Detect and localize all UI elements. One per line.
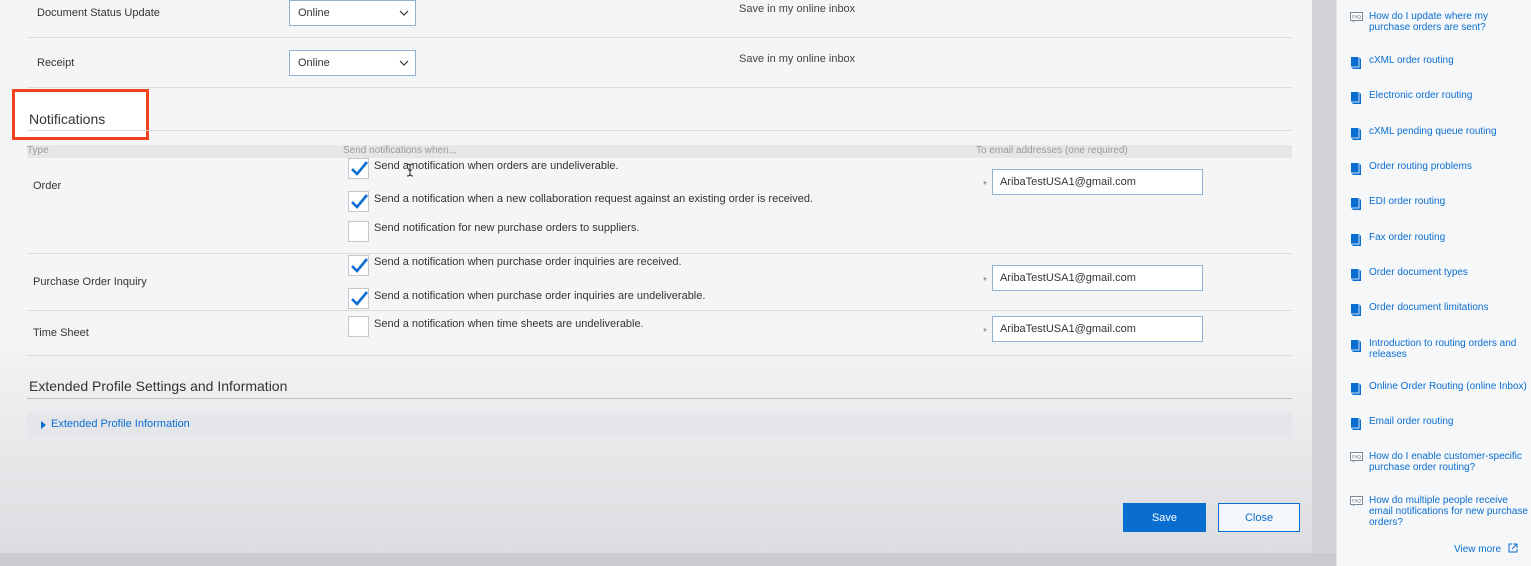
book-icon: [1351, 163, 1361, 175]
notification-type-label: Order: [33, 180, 62, 192]
help-link-text: EDI order routing: [1369, 196, 1446, 207]
extended-section-title: Extended Profile Settings and Informatio…: [29, 378, 288, 394]
help-panel: [1336, 0, 1531, 566]
help-link-text: Introduction to routing orders and relea…: [1369, 338, 1517, 360]
divider: [27, 37, 1292, 38]
notification-type-label: Purchase Order Inquiry: [33, 276, 147, 288]
po-inquiry-received-checkbox[interactable]: [348, 255, 369, 276]
required-marker: *: [983, 327, 987, 338]
po-inquiry-undeliverable-checkbox[interactable]: [348, 288, 369, 309]
required-marker: *: [983, 276, 987, 287]
faq-icon: FAQ: [1350, 12, 1363, 23]
help-link-text: Order document types: [1369, 267, 1468, 278]
divider: [27, 253, 1292, 254]
header-to-email: To email addresses (one required): [976, 145, 1128, 156]
chevron-down-icon: [399, 10, 409, 16]
table-header: Type Send notifications when... To email…: [27, 145, 1292, 158]
book-icon: [1351, 57, 1361, 69]
svg-text:FAQ: FAQ: [1352, 15, 1361, 21]
checkmark-icon: [351, 291, 368, 306]
book-icon: [1351, 304, 1361, 316]
timesheet-undeliverable-checkbox[interactable]: [348, 316, 369, 337]
help-link-text: cXML pending queue routing: [1369, 126, 1497, 137]
book-icon: [1351, 92, 1361, 104]
external-link-icon: [1508, 543, 1518, 553]
help-link-text: How do I enable customer-specific purcha…: [1369, 451, 1522, 473]
help-link-text: cXML order routing: [1369, 55, 1454, 66]
checkbox-label: Send a notification when purchase order …: [374, 290, 706, 302]
po-inquiry-email-field[interactable]: AribaTestUSA1@gmail.com: [992, 265, 1203, 291]
svg-text:FAQ: FAQ: [1352, 499, 1361, 505]
divider: [27, 310, 1292, 311]
checkbox-label: Send a notification when time sheets are…: [374, 318, 644, 330]
notification-type-label: Time Sheet: [33, 327, 89, 339]
close-button[interactable]: Close: [1218, 503, 1300, 532]
order-email-field[interactable]: AribaTestUSA1@gmail.com: [992, 169, 1203, 195]
checkmark-icon: [351, 258, 368, 273]
book-icon: [1351, 383, 1361, 395]
checkmark-icon: [351, 161, 368, 176]
chevron-down-icon: [399, 60, 409, 66]
help-link-text: How do multiple people receive email not…: [1369, 495, 1528, 528]
divider: [27, 87, 1292, 88]
routing-method-select[interactable]: Online: [289, 50, 416, 76]
divider: [27, 130, 1292, 131]
order-undeliverable-checkbox[interactable]: [348, 158, 369, 179]
book-icon: [1351, 198, 1361, 210]
header-type: Type: [27, 145, 49, 156]
book-icon: [1351, 418, 1361, 430]
expander-label: Extended Profile Information: [51, 418, 190, 430]
routing-row-label: Receipt: [37, 57, 75, 69]
text-cursor-icon: [406, 163, 414, 177]
checkmark-icon: [351, 194, 368, 209]
svg-text:FAQ: FAQ: [1352, 455, 1361, 461]
timesheet-email-field[interactable]: AribaTestUSA1@gmail.com: [992, 316, 1203, 342]
header-send-when: Send notifications when...: [343, 145, 457, 156]
notifications-title: Notifications: [29, 111, 106, 127]
checkbox-label: Send a notification when a new collabora…: [374, 193, 814, 205]
routing-method-select[interactable]: Online: [289, 0, 416, 26]
faq-icon: FAQ: [1350, 452, 1363, 463]
routing-row-label: Document Status Update: [37, 7, 160, 19]
help-link-text: Email order routing: [1369, 416, 1454, 427]
divider: [27, 355, 1292, 356]
book-icon: [1351, 340, 1361, 352]
help-link-text: Fax order routing: [1369, 232, 1446, 243]
help-link-text: Order routing problems: [1369, 161, 1472, 172]
routing-note: Save in my online inbox: [739, 3, 856, 15]
required-marker: *: [983, 180, 987, 191]
select-value: Online: [298, 7, 330, 19]
checkbox-label: Send notification for new purchase order…: [374, 222, 640, 234]
routing-note: Save in my online inbox: [739, 53, 856, 65]
new-po-checkbox[interactable]: [348, 221, 369, 242]
book-icon: [1351, 234, 1361, 246]
view-more-link[interactable]: View more: [1454, 543, 1518, 555]
help-link-text: Order document limitations: [1369, 302, 1489, 313]
checkbox-label: Send a notification when purchase order …: [374, 256, 682, 268]
caret-right-icon: [41, 421, 46, 429]
book-icon: [1351, 128, 1361, 140]
save-button[interactable]: Save: [1123, 503, 1206, 532]
help-link-text: Online Order Routing (online Inbox): [1369, 381, 1527, 392]
extended-profile-expander[interactable]: Extended Profile Information: [27, 413, 1292, 436]
select-value: Online: [298, 57, 330, 69]
faq-icon: FAQ: [1350, 496, 1363, 507]
help-link-text: How do I update where my purchase orders…: [1369, 11, 1488, 33]
help-link-text: Electronic order routing: [1369, 90, 1473, 101]
view-more-label: View more: [1454, 544, 1502, 555]
collaboration-request-checkbox[interactable]: [348, 191, 369, 212]
book-icon: [1351, 269, 1361, 281]
divider: [27, 398, 1292, 399]
